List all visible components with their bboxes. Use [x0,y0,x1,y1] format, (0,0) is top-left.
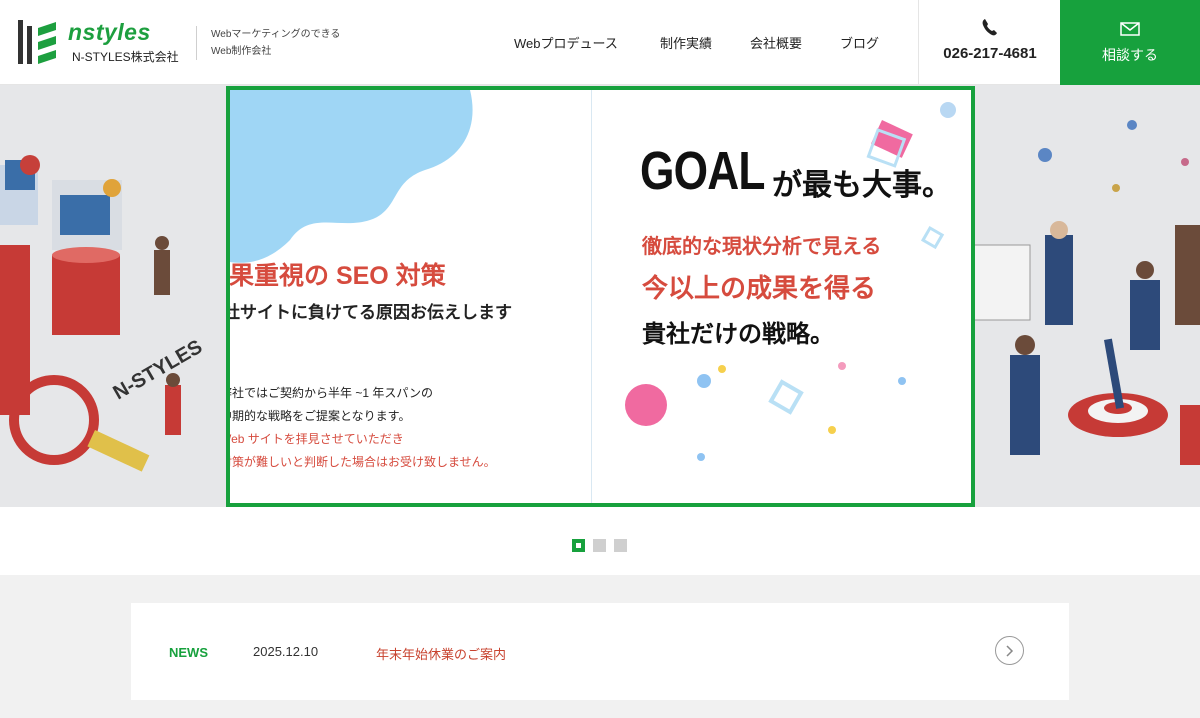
nav-works[interactable]: 制作実績 [660,33,712,52]
phone-contact[interactable]: 026-217-4681 [918,0,1060,85]
tagline-line-1: Webマーケティングのできる [211,29,341,40]
consult-button[interactable]: 相談する [1060,0,1200,85]
mail-icon [1120,22,1140,36]
slider-dot-3[interactable] [614,539,627,552]
seo-body-line-3: Web サイトを拝見させていただき [226,432,404,446]
seo-subheading: 他社サイトに負けてる原因お伝えします [226,303,512,322]
seo-body: 弊社ではご契約から半年 ~1 年スパンの 中期的な戦略をご提案となります。 We… [226,382,496,474]
goal-line-1: 徹底的な現状分析で見える [642,236,882,258]
tagline: Webマーケティングのできる Web制作会社 [196,26,340,60]
slider-dot-2[interactable] [593,539,606,552]
phone-icon [982,19,997,36]
news-label: NEWS [169,645,208,660]
news-item-link[interactable]: 年末年始休業のご案内 [376,644,506,663]
news-more-button[interactable] [995,636,1024,665]
goal-line-2: 今以上の成果を得る [642,273,877,303]
logo-mark-icon [18,20,56,64]
seo-body-line-4: 対策が難しいと判断した場合はお受け致しません。 [226,455,496,469]
slider-dot-1[interactable] [572,539,585,552]
goal-heading-en: GOAL [640,141,765,201]
seo-heading: 結果重視の SEO 対策 [226,262,446,290]
goal-heading: GOAL が最も大事。 [640,140,952,202]
hero-slide-active[interactable]: 結果重視の SEO 対策 他社サイトに負けてる原因お伝えします 弊社ではご契約か… [226,86,975,507]
slider-pagination [572,539,632,553]
nav-web-produce[interactable]: Webプロデュース [514,33,618,52]
seo-body-line-2: 中期的な戦略をご提案となります。 [226,409,411,423]
company-name: N-STYLES株式会社 [72,50,179,64]
chevron-right-icon [1006,645,1014,657]
consult-label: 相談する [1102,47,1158,63]
site-logo[interactable]: nstyles N-STYLES株式会社 [16,16,179,68]
nav-company[interactable]: 会社概要 [750,33,802,52]
phone-number: 026-217-4681 [943,45,1037,62]
tagline-line-2: Web制作会社 [211,46,272,57]
goal-heading-jp: が最も大事。 [772,169,952,202]
seo-body-line-1: 弊社ではご契約から半年 ~1 年スパンの [226,386,433,400]
news-card: NEWS 2025.12.10 年末年始休業のご案内 [131,603,1069,700]
goal-line-3: 貴社だけの戦略。 [642,321,834,348]
site-header: nstyles N-STYLES株式会社 Webマーケティングのできる Web制… [0,0,1200,85]
news-date: 2025.12.10 [253,644,319,659]
logo-wordmark: nstyles [68,19,151,45]
slide-divider [591,90,592,503]
news-section: NEWS 2025.12.10 年末年始休業のご案内 [0,575,1200,718]
nav-blog[interactable]: ブログ [840,33,879,52]
hero-slider: N-STYLES 結果重視の SEO 対策 他社サイトに負けてる原因お伝えします… [0,85,1200,507]
